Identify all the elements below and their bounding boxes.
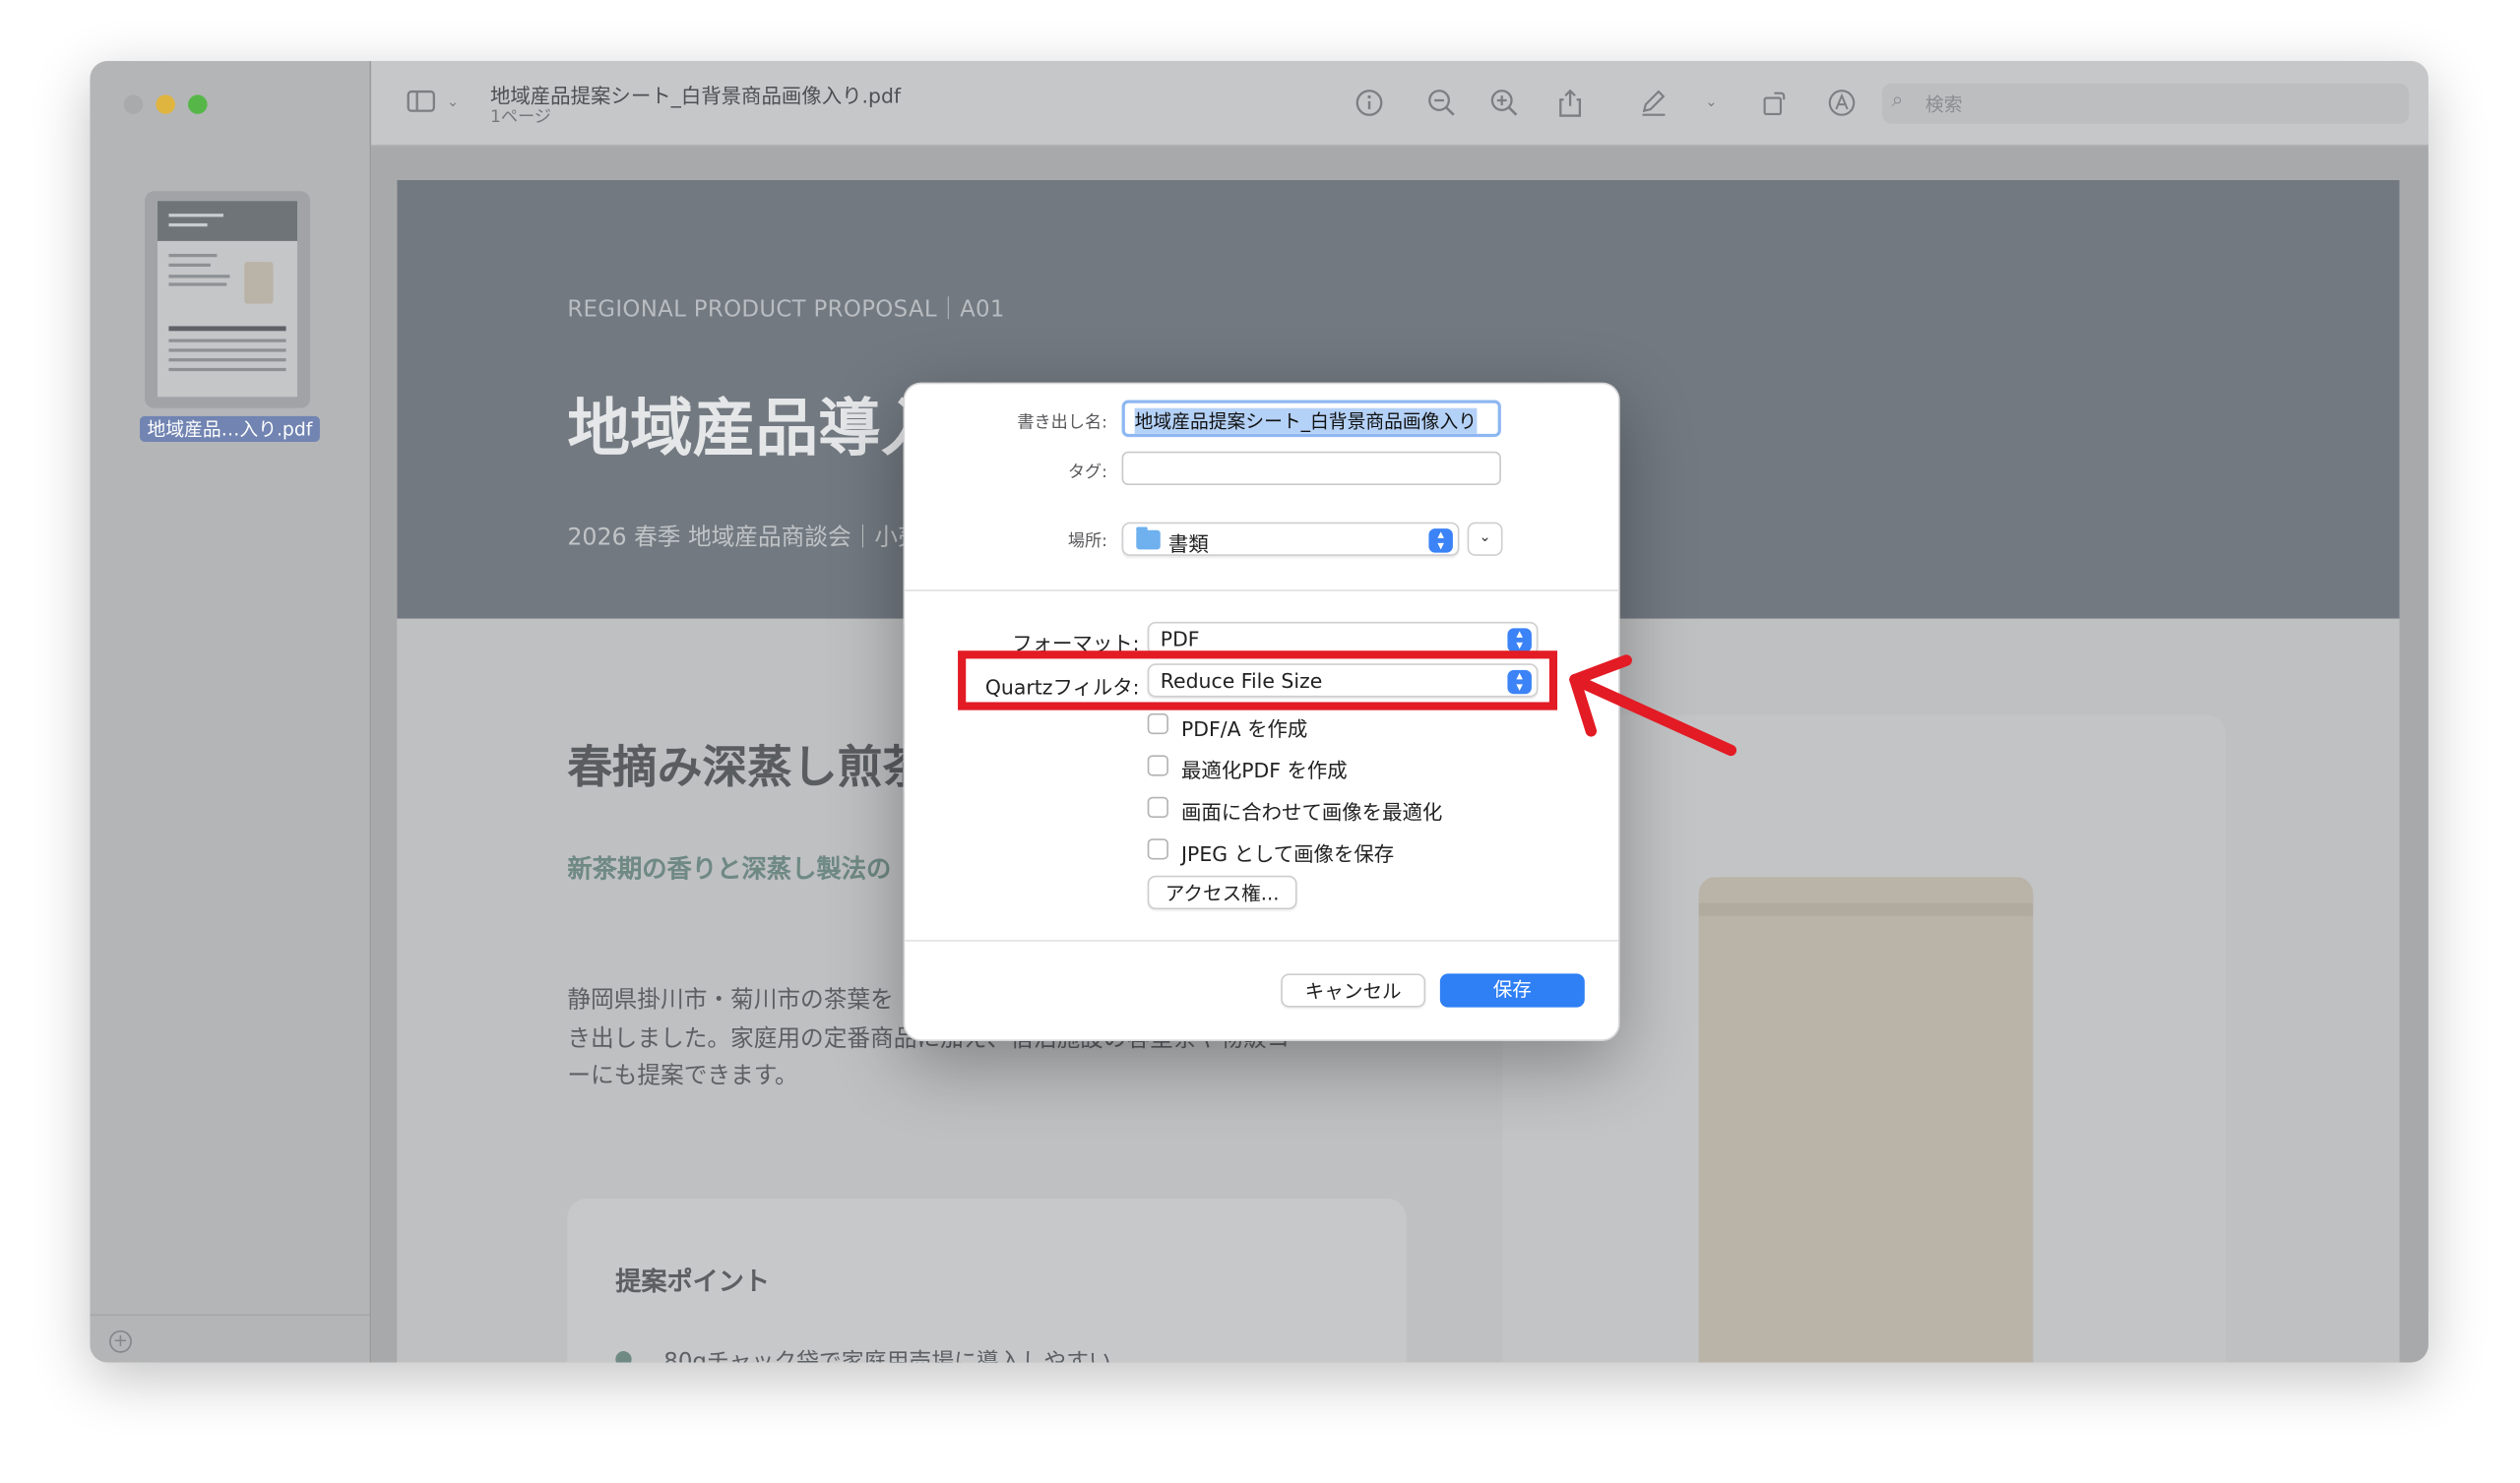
checkbox-label: 最適化PDF を作成	[1180, 758, 1348, 783]
optimized-pdf-checkbox[interactable]	[1147, 755, 1168, 776]
pdfa-checkbox[interactable]	[1147, 712, 1168, 735]
divider	[905, 589, 1619, 591]
document-title: 地域産品提案シート_白背景商品画像入り.pdf	[489, 83, 902, 108]
export-dialog: 書き出し名: 地域産品提案シート_白背景商品画像入り タグ: 場所: 書類 ▴ ▾…	[903, 382, 1620, 1041]
toolbar: ⌄ 地域産品提案シート_白背景商品画像入り.pdf 1ページ ⌄ ⌕ 検索	[371, 61, 2428, 147]
folder-icon	[1136, 526, 1161, 550]
markup-menu-chevron-icon[interactable]: ⌄	[1705, 89, 1717, 117]
divider	[905, 940, 1619, 942]
thumbnail-label[interactable]: 地域産品…入り.pdf	[140, 415, 320, 442]
thumbnail-sidebar: 地域産品…入り.pdf +	[90, 61, 372, 1363]
access-permissions-button[interactable]: アクセス権...	[1147, 875, 1297, 910]
zoom-in-icon[interactable]	[1489, 89, 1518, 117]
share-icon[interactable]	[1555, 89, 1584, 117]
body-line: ーにも提案できます。	[567, 1063, 798, 1089]
save-button[interactable]: 保存	[1439, 973, 1585, 1008]
sidebar-toggle-icon[interactable]	[407, 89, 435, 117]
page-eyebrow: REGIONAL PRODUCT PROPOSAL｜A01	[567, 297, 1005, 324]
annotation-highlight-box	[958, 650, 1558, 711]
chevron-down-icon[interactable]: ⌄	[447, 89, 459, 117]
page-title: 地域産品導入	[567, 393, 944, 466]
close-window-button[interactable]	[123, 94, 144, 114]
page-count: 1ページ	[489, 107, 551, 127]
jpeg-images-checkbox[interactable]	[1147, 838, 1168, 860]
zoom-out-icon[interactable]	[1427, 89, 1456, 117]
location-value: 書類	[1167, 531, 1209, 556]
minimize-window-button[interactable]	[156, 94, 175, 114]
page-event-line: 2026 春季 地域産品商談会｜小売	[567, 525, 921, 551]
section-heading: 春摘み深蒸し煎茶	[567, 740, 928, 794]
popup-stepper-icon: ▴ ▾	[1428, 527, 1453, 553]
markup-pen-icon[interactable]	[1639, 89, 1668, 117]
cancel-button[interactable]: キャンセル	[1281, 973, 1426, 1008]
popup-stepper-icon: ▴ ▾	[1507, 628, 1532, 652]
expand-chevron-icon[interactable]: ⌄	[1467, 522, 1503, 556]
export-name-label: 書き出し名:	[1017, 412, 1107, 433]
card-bullet: 80gチャック袋で家庭用売場に導入しやすい	[663, 1345, 1111, 1362]
arrow-icon	[1569, 654, 1737, 757]
tags-input[interactable]	[1121, 451, 1501, 486]
proposal-points-card: 提案ポイント 80gチャック袋で家庭用売場に導入しやすい	[567, 1198, 1407, 1363]
search-placeholder: 検索	[1924, 93, 1963, 116]
section-lead: 新茶期の香りと深蒸し製法の	[567, 854, 892, 884]
thumbnail-preview	[157, 201, 298, 398]
location-select[interactable]: 書類 ▴ ▾	[1121, 522, 1460, 556]
export-name-input[interactable]: 地域産品提案シート_白背景商品画像入り	[1121, 400, 1501, 438]
info-icon[interactable]	[1354, 89, 1383, 117]
optimize-images-checkbox[interactable]	[1147, 796, 1168, 819]
bullet-dot-icon	[615, 1351, 632, 1363]
format-value: PDF	[1160, 626, 1200, 651]
search-icon: ⌕	[1891, 88, 1904, 113]
add-page-icon[interactable]: +	[109, 1329, 132, 1353]
rotate-icon[interactable]	[1760, 89, 1789, 117]
annotate-icon[interactable]	[1827, 89, 1856, 117]
tags-label: タグ:	[1067, 463, 1107, 482]
card-title: 提案ポイント	[615, 1266, 771, 1297]
screen: 地域産品…入り.pdf + ⌄ 地域産品提案シート_白背景商品画像入り.pdf …	[0, 0, 2520, 1483]
checkbox-label: 画面に合わせて画像を最適化	[1180, 800, 1443, 825]
checkbox-label: PDF/A を作成	[1180, 716, 1308, 741]
sidebar-divider	[90, 1314, 370, 1317]
checkbox-label: JPEG として画像を保存	[1180, 841, 1395, 866]
zoom-window-button[interactable]	[188, 94, 208, 114]
export-name-value: 地域産品提案シート_白背景商品画像入り	[1134, 407, 1477, 434]
page-thumbnail[interactable]	[144, 191, 311, 408]
search-field[interactable]: ⌕ 検索	[1881, 83, 2410, 124]
product-bag-image	[1698, 877, 2034, 1363]
location-label: 場所:	[1067, 531, 1107, 551]
